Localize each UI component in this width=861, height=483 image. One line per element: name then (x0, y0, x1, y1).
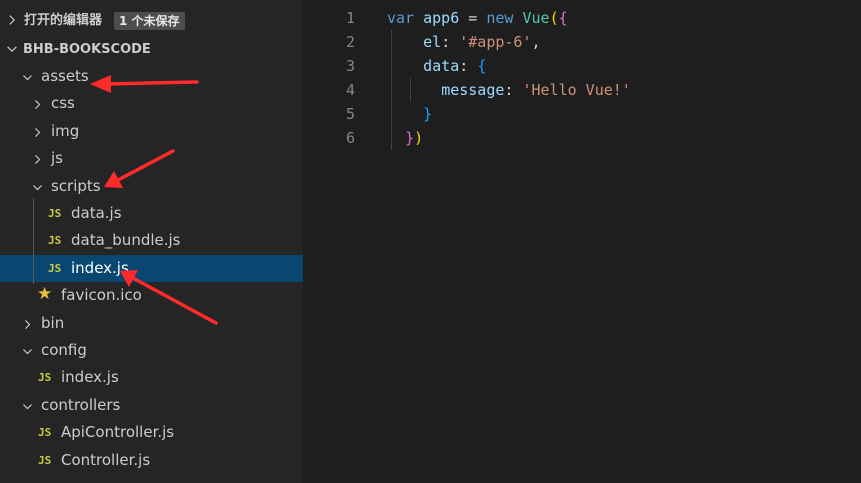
code-token: , (531, 33, 541, 51)
tree-item-label: data_bundle.js (71, 231, 181, 250)
chevron-down-icon (23, 75, 32, 81)
explorer-sidebar: 打开的编辑器 1 个未保存 BHB-BOOKSCODE assets css img… (0, 0, 303, 483)
tree-item-label: assets (41, 67, 89, 85)
folder-item-css[interactable]: css (0, 90, 303, 117)
code-line[interactable]: data: { (387, 54, 486, 78)
code-editor[interactable]: 123456 var app6 = new Vue({ el: '#app-6'… (303, 0, 861, 483)
chevron-down-icon (33, 184, 42, 190)
code-line[interactable]: message: 'Hello Vue!' (387, 78, 631, 102)
open-editors-title: 打开的编辑器 (24, 13, 103, 28)
file-item-index-js[interactable]: JS index.js (0, 364, 303, 391)
chevron-down-icon (7, 46, 17, 53)
chevron-right-icon (35, 155, 41, 165)
code-line[interactable]: }) (387, 126, 423, 150)
code-token: } (405, 129, 415, 147)
tree-item-label: data.js (71, 204, 122, 222)
line-number: 5 (345, 105, 355, 123)
code-token: app6 (423, 9, 460, 27)
code-token: ) (414, 129, 424, 147)
project-header[interactable]: BHB-BOOKSCODE (0, 39, 303, 61)
tree-item-label: scripts (51, 176, 101, 195)
tree-item-label: ApiController.js (61, 423, 175, 442)
folder-item-scripts[interactable]: scripts (0, 173, 303, 200)
file-item-data-bundle-js[interactable]: JS data_bundle.js (0, 227, 303, 254)
code-token: { (477, 57, 487, 75)
js-file-icon: JS (48, 261, 62, 275)
project-title: BHB-BOOKSCODE (23, 42, 151, 57)
chevron-right-icon (35, 100, 41, 110)
file-item-controller-js[interactable]: JS Controller.js (0, 447, 303, 474)
folder-item-controllers[interactable]: controllers (0, 392, 303, 419)
file-item-index-js[interactable]: JS index.js (0, 254, 303, 282)
chevron-right-icon (35, 127, 41, 137)
tree-item-label: controllers (41, 395, 121, 414)
code-line[interactable]: var app6 = new Vue({ (387, 6, 568, 30)
code-token: var (387, 9, 415, 27)
code-token: = (459, 9, 487, 27)
code-token: : (459, 57, 478, 75)
code-token: : (504, 81, 523, 99)
star-icon: ★ (37, 284, 53, 305)
code-token: 'Hello Vue!' (522, 81, 631, 99)
tree-item-label: img (51, 121, 80, 140)
tree-item-label: config (41, 341, 87, 359)
code-line[interactable]: } (387, 102, 432, 126)
tree-item-label: index.js (61, 368, 119, 387)
js-file-icon: JS (48, 207, 62, 220)
tree-item-label: index.js (71, 258, 129, 277)
code-indent-guide (391, 30, 392, 150)
code-token: Vue (522, 9, 550, 27)
js-file-icon: JS (38, 453, 52, 467)
folder-item-bin[interactable]: bin (0, 310, 303, 337)
code-token: ( (549, 9, 559, 27)
code-token: } (423, 105, 433, 123)
chevron-right-icon (25, 319, 31, 329)
line-number: 3 (345, 57, 355, 75)
line-number: 4 (345, 81, 355, 99)
line-number: 1 (345, 9, 355, 27)
chevron-down-icon (23, 403, 32, 410)
code-token: '#app-6' (459, 33, 532, 51)
js-file-icon: JS (38, 426, 52, 440)
code-token: data (423, 57, 460, 75)
line-number: 6 (345, 129, 355, 147)
code-token: : (441, 33, 460, 51)
chevron-right-icon (9, 15, 16, 25)
tree-item-label: css (51, 94, 75, 113)
tree-item-label: favicon.ico (61, 286, 142, 305)
chevron-down-icon (23, 349, 32, 355)
file-item-favicon-ico[interactable]: ★ favicon.ico (0, 282, 303, 309)
folder-item-js[interactable]: js (0, 145, 303, 172)
file-item-data-js[interactable]: JS data.js (0, 200, 303, 227)
js-file-icon: JS (38, 371, 52, 385)
folder-item-assets[interactable]: assets (0, 63, 303, 90)
tree-item-label: Controller.js (61, 450, 151, 469)
tree-item-label: bin (41, 313, 65, 332)
code-token: el (423, 33, 442, 51)
indent-guide (33, 198, 34, 284)
file-item-apicontroller-js[interactable]: JS ApiController.js (0, 419, 303, 446)
tree-item-label: js (51, 149, 63, 168)
js-file-icon: JS (48, 234, 62, 248)
code-token: new (486, 9, 514, 27)
code-indent-guide (410, 78, 411, 102)
line-number: 2 (345, 33, 355, 51)
folder-item-config[interactable]: config (0, 337, 303, 364)
folder-item-img[interactable]: img (0, 118, 303, 145)
unsaved-badge: 1 个未保存 (114, 12, 185, 30)
code-token: message (441, 81, 505, 99)
code-token: { (558, 9, 568, 27)
code-line[interactable]: el: '#app-6', (387, 30, 541, 54)
